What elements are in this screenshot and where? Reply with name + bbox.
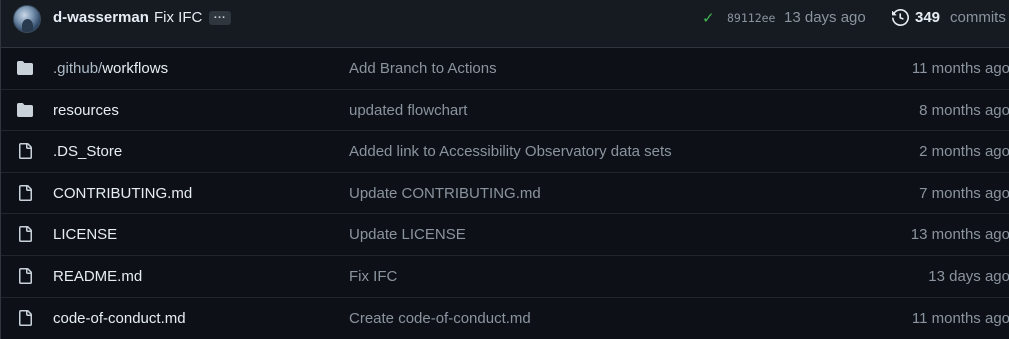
file-age: 13 days ago: [928, 267, 1009, 285]
file-commit-message[interactable]: Create code-of-conduct.md: [349, 310, 531, 327]
file-row[interactable]: .DS_Store Added link to Accessibility Ob…: [1, 131, 1009, 173]
folder-icon: [17, 102, 33, 117]
file-age: 11 months ago: [911, 60, 1009, 77]
file-name-link[interactable]: .github/workflows: [53, 60, 168, 77]
commit-author-link[interactable]: d-wasserman: [53, 9, 149, 26]
expand-commit-message-button[interactable]: ...: [209, 10, 231, 25]
file-age: 7 months ago: [919, 184, 1009, 202]
file-commit-message[interactable]: Added link to Accessibility Observatory …: [349, 143, 672, 160]
file-commit-message[interactable]: updated flowchart: [349, 102, 467, 119]
file-browser: d-wasserman Fix IFC ... ✓ 89112ee 13 day…: [0, 0, 1009, 339]
file-age: 2 months ago: [919, 143, 1009, 161]
file-row[interactable]: code-of-conduct.md Create code-of-conduc…: [1, 298, 1009, 339]
file-icon: [19, 309, 32, 326]
file-icon: [19, 143, 32, 160]
check-icon[interactable]: ✓: [702, 9, 715, 27]
file-age: 8 months ago: [919, 101, 1009, 119]
file-age: 13 months ago: [910, 226, 1009, 244]
file-commit-message[interactable]: Add Branch to Actions: [349, 60, 497, 77]
file-name-text: workflows: [102, 60, 169, 77]
latest-commit-bar: d-wasserman Fix IFC ... ✓ 89112ee 13 day…: [1, 0, 1009, 48]
file-row[interactable]: CONTRIBUTING.md Update CONTRIBUTING.md 7…: [1, 173, 1009, 215]
author-avatar[interactable]: [13, 5, 41, 33]
folder-icon: [17, 61, 33, 75]
file-name-link[interactable]: code-of-conduct.md: [53, 310, 186, 327]
file-name-prefix: .github/: [53, 60, 103, 77]
file-row[interactable]: resources updated flowchart 8 months ago: [1, 90, 1009, 132]
file-name-link[interactable]: CONTRIBUTING.md: [53, 185, 192, 202]
file-name-link[interactable]: .DS_Store: [53, 143, 122, 160]
file-name-link[interactable]: resources: [53, 102, 119, 119]
file-icon: [19, 184, 32, 201]
commit-time: 13 days ago: [784, 9, 866, 26]
history-icon: [892, 9, 909, 26]
file-icon: [19, 267, 32, 284]
file-age: 11 months ago: [911, 309, 1009, 327]
file-commit-message[interactable]: Fix IFC: [349, 268, 397, 285]
file-name-text: resources: [53, 101, 119, 119]
file-name-link[interactable]: LICENSE: [53, 226, 117, 243]
commit-count-label: commits: [950, 9, 1006, 26]
commit-count: 349: [915, 9, 941, 26]
file-commit-message[interactable]: Update CONTRIBUTING.md: [349, 185, 541, 202]
file-name-link[interactable]: README.md: [53, 268, 142, 285]
file-commit-message[interactable]: Update LICENSE: [349, 226, 466, 243]
file-row[interactable]: .github/workflows Add Branch to Actions …: [1, 48, 1009, 90]
file-list: .github/workflows Add Branch to Actions …: [1, 48, 1009, 339]
file-row[interactable]: LICENSE Update LICENSE 13 months ago: [1, 214, 1009, 256]
file-icon: [19, 226, 32, 243]
commit-message-link[interactable]: Fix IFC: [154, 9, 202, 26]
file-row[interactable]: README.md Fix IFC 13 days ago: [1, 256, 1009, 298]
commit-sha-link[interactable]: 89112ee: [727, 11, 775, 25]
